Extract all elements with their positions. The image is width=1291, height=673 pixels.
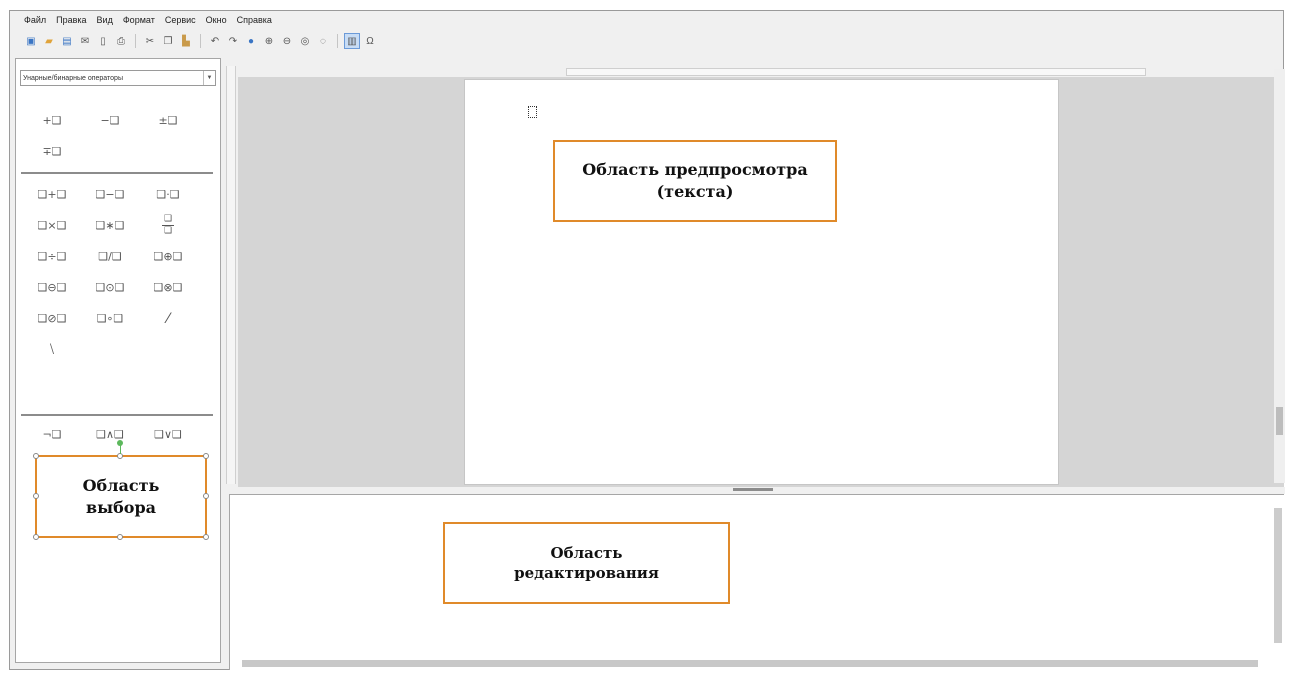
op-widebslash[interactable]: ⧵ bbox=[23, 334, 81, 365]
menu-edit[interactable]: Правка bbox=[56, 15, 86, 25]
menu-view[interactable]: Вид bbox=[97, 15, 113, 25]
selection-area-callout: Область выбора bbox=[33, 440, 209, 540]
resize-handle[interactable] bbox=[33, 534, 39, 540]
op-circ[interactable]: ❑∘❑ bbox=[81, 303, 139, 334]
op-divide[interactable]: ❑÷❑ bbox=[23, 241, 81, 272]
resize-handle[interactable] bbox=[203, 534, 209, 540]
resize-handle[interactable] bbox=[33, 493, 39, 499]
op-minus-plus[interactable]: ∓❑ bbox=[23, 136, 81, 167]
zoom-out-icon[interactable]: ⊖ bbox=[280, 34, 294, 48]
op-plus-minus[interactable]: ±❑ bbox=[139, 105, 197, 136]
command-edit-area[interactable] bbox=[229, 494, 1284, 670]
category-value: Унарные/бинарные операторы bbox=[23, 74, 123, 82]
callout-preview-line2: (текста) bbox=[656, 182, 734, 201]
cut-icon[interactable]: ✂ bbox=[143, 34, 157, 48]
op-not[interactable]: ¬❑ bbox=[23, 419, 81, 450]
callout-edit-line1: Область bbox=[550, 543, 623, 562]
op-odot[interactable]: ❑⊙❑ bbox=[81, 272, 139, 303]
preview-area-callout: Область предпросмотра (текста) bbox=[553, 140, 837, 222]
resize-handle[interactable] bbox=[203, 493, 209, 499]
resize-handle[interactable] bbox=[33, 453, 39, 459]
callout-select-line2: выбора bbox=[85, 497, 157, 517]
zoom-in-icon[interactable]: ⊕ bbox=[262, 34, 276, 48]
op-oplus[interactable]: ❑⊕❑ bbox=[139, 241, 197, 272]
email-icon[interactable]: ✉ bbox=[78, 34, 92, 48]
toolbar-separator bbox=[337, 34, 338, 48]
horizontal-ruler bbox=[566, 68, 1146, 76]
op-oslash[interactable]: ❑⊘❑ bbox=[23, 303, 81, 334]
op-minus[interactable]: −❑ bbox=[81, 105, 139, 136]
op-otimes[interactable]: ❑⊗❑ bbox=[139, 272, 197, 303]
unary-operators-grid: +❑ −❑ ±❑ ∓❑ bbox=[23, 105, 197, 167]
symbols-icon[interactable]: Ω bbox=[363, 34, 377, 48]
formula-placeholder[interactable] bbox=[528, 106, 537, 118]
update-icon[interactable]: ● bbox=[244, 34, 258, 48]
op-wideslash[interactable]: ⁄ bbox=[139, 303, 197, 334]
zoom-100-icon[interactable]: ◎ bbox=[298, 34, 312, 48]
edit-vertical-scrollbar[interactable] bbox=[1273, 495, 1283, 657]
open-folder-icon[interactable]: ▰ bbox=[42, 34, 56, 48]
scroll-thumb[interactable] bbox=[1274, 508, 1282, 643]
op-ominus[interactable]: ❑⊖❑ bbox=[23, 272, 81, 303]
export-pdf-icon[interactable]: ▯ bbox=[96, 34, 110, 48]
op-and[interactable]: ❑∧❑ bbox=[81, 419, 139, 450]
group-divider bbox=[21, 172, 213, 174]
new-document-icon[interactable]: ▣ bbox=[24, 34, 38, 48]
preview-area bbox=[238, 77, 1284, 487]
edit-horizontal-scrollbar[interactable] bbox=[234, 659, 1270, 668]
resize-handle[interactable] bbox=[117, 534, 123, 540]
rotate-handle-icon[interactable] bbox=[117, 440, 123, 446]
scroll-thumb[interactable] bbox=[1276, 407, 1283, 435]
menu-format[interactable]: Формат bbox=[123, 15, 155, 25]
pane-splitter[interactable] bbox=[228, 487, 1285, 494]
show-all-icon[interactable]: ◌ bbox=[316, 34, 330, 48]
menu-window[interactable]: Окно bbox=[206, 15, 227, 25]
print-icon[interactable]: ⎙ bbox=[114, 34, 128, 48]
toolbar-separator bbox=[135, 34, 136, 48]
op-add[interactable]: ❑+❑ bbox=[23, 179, 81, 210]
copy-icon[interactable]: ❐ bbox=[161, 34, 175, 48]
vertical-ruler bbox=[226, 66, 236, 484]
callout-select-line1: Область bbox=[82, 475, 160, 495]
chevron-down-icon[interactable]: ▼ bbox=[203, 71, 215, 85]
op-slash[interactable]: ❑/❑ bbox=[81, 241, 139, 272]
paste-icon[interactable]: ▙ bbox=[179, 34, 193, 48]
op-or[interactable]: ❑∨❑ bbox=[139, 419, 197, 450]
undo-icon[interactable]: ↶ bbox=[208, 34, 222, 48]
op-fraction[interactable]: ❑ ❑ bbox=[139, 210, 197, 241]
op-asterisk[interactable]: ❑∗❑ bbox=[81, 210, 139, 241]
redo-icon[interactable]: ↷ bbox=[226, 34, 240, 48]
menu-tools[interactable]: Сервис bbox=[165, 15, 196, 25]
toolbar-separator bbox=[200, 34, 201, 48]
callout-preview-line1: Область предпросмотра bbox=[582, 160, 808, 180]
preview-scrollbar[interactable] bbox=[1274, 69, 1285, 483]
menu-help[interactable]: Справка bbox=[237, 15, 272, 25]
menu-file[interactable]: Файл bbox=[24, 15, 46, 25]
op-times[interactable]: ❑×❑ bbox=[23, 210, 81, 241]
menu-bar: Файл Правка Вид Формат Сервис Окно Справ… bbox=[10, 11, 1283, 29]
edit-area-callout: Область редактирования bbox=[443, 522, 730, 604]
logic-operators-grid: ¬❑ ❑∧❑ ❑∨❑ bbox=[23, 419, 197, 450]
binary-operators-grid: ❑+❑ ❑−❑ ❑·❑ ❑×❑ ❑∗❑ ❑ ❑ ❑÷❑ ❑/❑ ❑⊕❑ ❑⊖❑ ❑… bbox=[23, 179, 197, 365]
elements-panel: Унарные/бинарные операторы ▼ +❑ −❑ ±❑ ∓❑… bbox=[15, 58, 221, 663]
op-plus[interactable]: +❑ bbox=[23, 105, 81, 136]
op-subtract[interactable]: ❑−❑ bbox=[81, 179, 139, 210]
group-divider bbox=[21, 414, 213, 416]
callout-edit-line2: редактирования bbox=[514, 564, 659, 582]
formula-cursor-icon[interactable]: ▥ bbox=[344, 33, 360, 49]
resize-handle[interactable] bbox=[203, 453, 209, 459]
splitter-grip[interactable] bbox=[733, 488, 773, 491]
save-icon[interactable]: ▤ bbox=[60, 34, 74, 48]
scroll-thumb[interactable] bbox=[242, 660, 1258, 667]
standard-toolbar: ▣ ▰ ▤ ✉ ▯ ⎙ ✂ ❐ ▙ ↶ ↷ ● ⊕ ⊖ ◎ ◌ ▥ Ω bbox=[10, 30, 1283, 52]
rotation-stem bbox=[120, 445, 121, 454]
category-dropdown[interactable]: Унарные/бинарные операторы ▼ bbox=[20, 70, 216, 86]
op-cdot[interactable]: ❑·❑ bbox=[139, 179, 197, 210]
